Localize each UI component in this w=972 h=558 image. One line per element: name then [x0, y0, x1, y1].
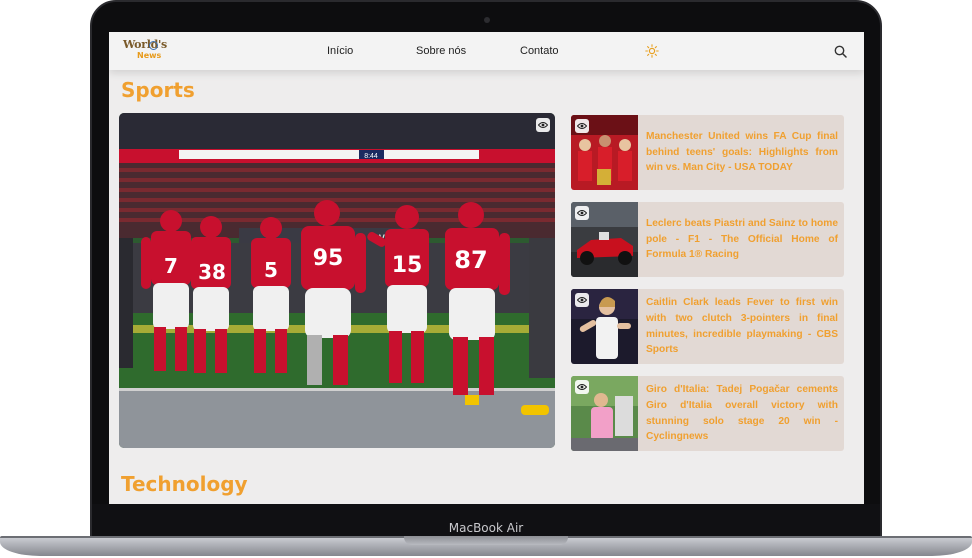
news-card[interactable]: Leclerc beats Piastri and Sainz to home …	[571, 202, 844, 277]
globe-icon	[149, 41, 158, 50]
jersey-number: 38	[198, 260, 226, 284]
site-logo[interactable]: World's News	[121, 38, 169, 64]
jersey-number: 15	[392, 253, 423, 278]
news-card[interactable]: Caitlin Clark leads Fever to first win w…	[571, 289, 844, 364]
nav-link-contato[interactable]: Contato	[520, 45, 559, 57]
section-title-technology: Technology	[121, 472, 248, 496]
card-title[interactable]: Caitlin Clark leads Fever to first win w…	[646, 295, 838, 357]
sun-icon[interactable]	[645, 44, 659, 58]
news-card[interactable]: Giro d'Italia: Tadej Pogačar cements Gir…	[571, 376, 844, 451]
camera	[484, 17, 490, 23]
nav-link-sobre[interactable]: Sobre nós	[416, 45, 466, 57]
logo-line2: News	[137, 51, 162, 60]
jersey-number: 95	[313, 246, 344, 271]
news-card[interactable]: Manchester United wins FA Cup final behi…	[571, 115, 844, 190]
nav-link-inicio[interactable]: Início	[327, 45, 353, 57]
navbar: World's News Início Sobre nós Contato	[109, 32, 864, 70]
eye-icon[interactable]	[536, 118, 550, 132]
stadium-photo: 8:44 LVIII	[119, 113, 555, 448]
search-icon[interactable]	[834, 45, 847, 58]
eye-icon[interactable]	[575, 293, 589, 307]
jersey-number: 7	[164, 254, 178, 278]
card-title[interactable]: Leclerc beats Piastri and Sainz to home …	[646, 216, 838, 263]
scoreboard-text: 8:44	[364, 153, 378, 160]
card-title[interactable]: Manchester United wins FA Cup final behi…	[646, 129, 838, 176]
laptop-notch	[404, 536, 568, 545]
section-title-sports: Sports	[121, 78, 195, 102]
logo-line1: World's	[123, 38, 167, 51]
screen: World's News Início Sobre nós Contato Sp…	[109, 32, 864, 504]
eye-icon[interactable]	[575, 206, 589, 220]
jersey-number: 87	[454, 246, 487, 274]
jersey-number: 5	[264, 258, 278, 282]
card-title[interactable]: Giro d'Italia: Tadej Pogačar cements Gir…	[646, 382, 838, 444]
device-label: MacBook Air	[448, 521, 524, 535]
eye-icon[interactable]	[575, 119, 589, 133]
eye-icon[interactable]	[575, 380, 589, 394]
featured-image[interactable]: 8:44 LVIII	[119, 113, 555, 448]
